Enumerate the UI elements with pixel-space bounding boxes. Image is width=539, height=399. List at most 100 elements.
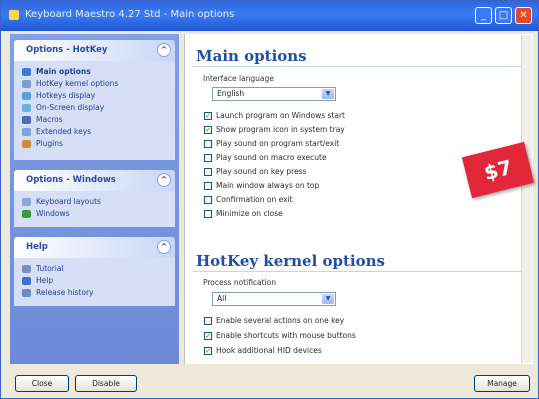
several-actions-checkbox[interactable]: Enable several actions on one key [204,315,344,327]
checkbox-icon[interactable] [204,210,212,218]
tutorial-icon [22,265,31,273]
plugins-icon [22,140,31,148]
chevron-down-icon[interactable]: ▼ [322,294,334,304]
panel-title: Options - HotKey [26,45,108,55]
sidebar-item-release-history[interactable]: Release history [22,287,175,299]
panel-body: Tutorial Help Release history [14,258,175,306]
windows-icon [22,210,31,218]
sidebar-item-label: Keyboard layouts [36,197,101,206]
sidebar-item-tutorial[interactable]: Tutorial [22,263,175,275]
panel-title: Help [26,242,48,252]
checkbox-icon[interactable]: ✓ [204,347,212,355]
checkbox-icon[interactable] [204,154,212,162]
manage-button[interactable]: Manage [474,375,530,392]
minimize-button[interactable]: _ [475,7,492,24]
checkbox-icon[interactable] [204,196,212,204]
mouse-shortcuts-checkbox[interactable]: ✓ Enable shortcuts with mouse buttons [204,330,356,342]
maximize-button[interactable]: □ [495,7,512,24]
sidebar-item-plugins[interactable]: Plugins [22,138,175,150]
divider [193,271,527,272]
sidebar-item-keyboard-layouts[interactable]: Keyboard layouts [22,196,175,208]
hid-devices-checkbox[interactable]: ✓ Hook additional HID devices [204,345,322,357]
language-select[interactable]: English ▼ [212,87,336,101]
checkbox-icon[interactable] [204,168,212,176]
kernel-options-title: HotKey kernel options [196,252,385,270]
sound-start-exit-checkbox[interactable]: Play sound on program start/exit [204,138,339,150]
sidebar-item-label: Macros [36,115,63,124]
macros-icon [22,116,31,124]
close-window-button[interactable]: ✕ [515,7,532,24]
settings-icon [22,68,31,76]
sidebar-item-label: HotKey kernel options [36,79,119,88]
panel-header[interactable]: Options - HotKey ^ [14,40,175,61]
sidebar-item-macros[interactable]: Macros [22,114,175,126]
disable-button[interactable]: Disable [75,375,137,392]
sidebar-item-label: Extended keys [36,127,92,136]
sidebar-item-label: Release history [36,288,94,297]
minimize-close-checkbox[interactable]: Minimize on close [204,208,283,220]
help-icon [22,277,31,285]
sidebar-item-label: Main options [36,67,91,76]
kernel-icon [22,80,31,88]
options-content: Main options Interface language English … [184,34,533,364]
collapse-icon[interactable]: ^ [157,43,171,57]
checkbox-label: Enable shortcuts with mouse buttons [216,331,356,340]
checkbox-label: Confirmation on exit [216,195,293,204]
checkbox-label: Play sound on program start/exit [216,139,340,148]
sidebar-item-label: Tutorial [36,264,64,273]
tray-icon-checkbox[interactable]: ✓ Show program icon in system tray [204,124,345,136]
checkbox-label: Show program icon in system tray [216,125,345,134]
app-window: Keyboard Maestro 4.27 Std - Main options… [0,0,539,399]
sidebar-item-label: Plugins [36,139,63,148]
process-label: Process notification [203,278,277,287]
collapse-icon[interactable]: ^ [157,240,171,254]
checkbox-icon[interactable] [204,140,212,148]
panel-title: Options - Windows [26,175,116,185]
sidebar-item-label: On-Screen display [36,103,105,112]
checkbox-label: Enable several actions on one key [216,316,345,325]
title-bar[interactable]: Keyboard Maestro 4.27 Std - Main options… [1,1,538,31]
language-label: Interface language [203,74,274,83]
panel-body: Keyboard layouts Windows [14,191,175,227]
app-icon [9,10,19,20]
sidebar-panel-options-hotkey: Options - HotKey ^ Main options HotKey k… [14,40,175,160]
checkbox-label: Play sound on macro execute [216,153,327,162]
checkbox-icon[interactable]: ✓ [204,332,212,340]
always-on-top-checkbox[interactable]: Main window always on top [204,180,319,192]
window-title: Keyboard Maestro 4.27 Std - Main options [25,9,235,20]
keys-icon [22,128,31,136]
checkbox-label: Minimize on close [216,209,283,218]
sidebar-item-hotkeys-display[interactable]: Hotkeys display [22,90,175,102]
panel-header[interactable]: Options - Windows ^ [14,170,175,191]
sidebar-item-kernel-options[interactable]: HotKey kernel options [22,78,175,90]
sound-macro-checkbox[interactable]: Play sound on macro execute [204,152,327,164]
main-options-title: Main options [196,47,307,65]
sidebar-item-label: Hotkeys display [36,91,96,100]
keyboard-icon [22,198,31,206]
bottom-bar: Close Disable Manage [1,367,538,398]
checkbox-icon[interactable] [204,182,212,190]
panel-header[interactable]: Help ^ [14,237,175,258]
checkbox-icon[interactable]: ✓ [204,126,212,134]
confirm-exit-checkbox[interactable]: Confirmation on exit [204,194,293,206]
sidebar-item-help[interactable]: Help [22,275,175,287]
sidebar-item-windows[interactable]: Windows [22,208,175,220]
launch-on-start-checkbox[interactable]: ✓ Launch program on Windows start [204,110,345,122]
history-icon [22,289,31,297]
collapse-icon[interactable]: ^ [157,173,171,187]
process-select[interactable]: All ▼ [212,292,336,306]
sidebar-panel-options-windows: Options - Windows ^ Keyboard layouts Win… [14,170,175,227]
checkbox-icon[interactable]: ✓ [204,112,212,120]
checkbox-icon[interactable] [204,317,212,325]
sidebar-item-label: Help [36,276,54,285]
chevron-down-icon[interactable]: ▼ [322,89,334,99]
osd-icon [22,104,31,112]
sidebar-item-main-options[interactable]: Main options [22,66,175,78]
close-button[interactable]: Close [15,375,69,392]
sidebar-item-osd[interactable]: On-Screen display [22,102,175,114]
sound-keypress-checkbox[interactable]: Play sound on key press [204,166,307,178]
content-scrollbar[interactable] [521,35,532,363]
language-value: English [217,89,245,98]
sidebar-panel-help: Help ^ Tutorial Help Release history [14,237,175,306]
sidebar-item-extended-keys[interactable]: Extended keys [22,126,175,138]
